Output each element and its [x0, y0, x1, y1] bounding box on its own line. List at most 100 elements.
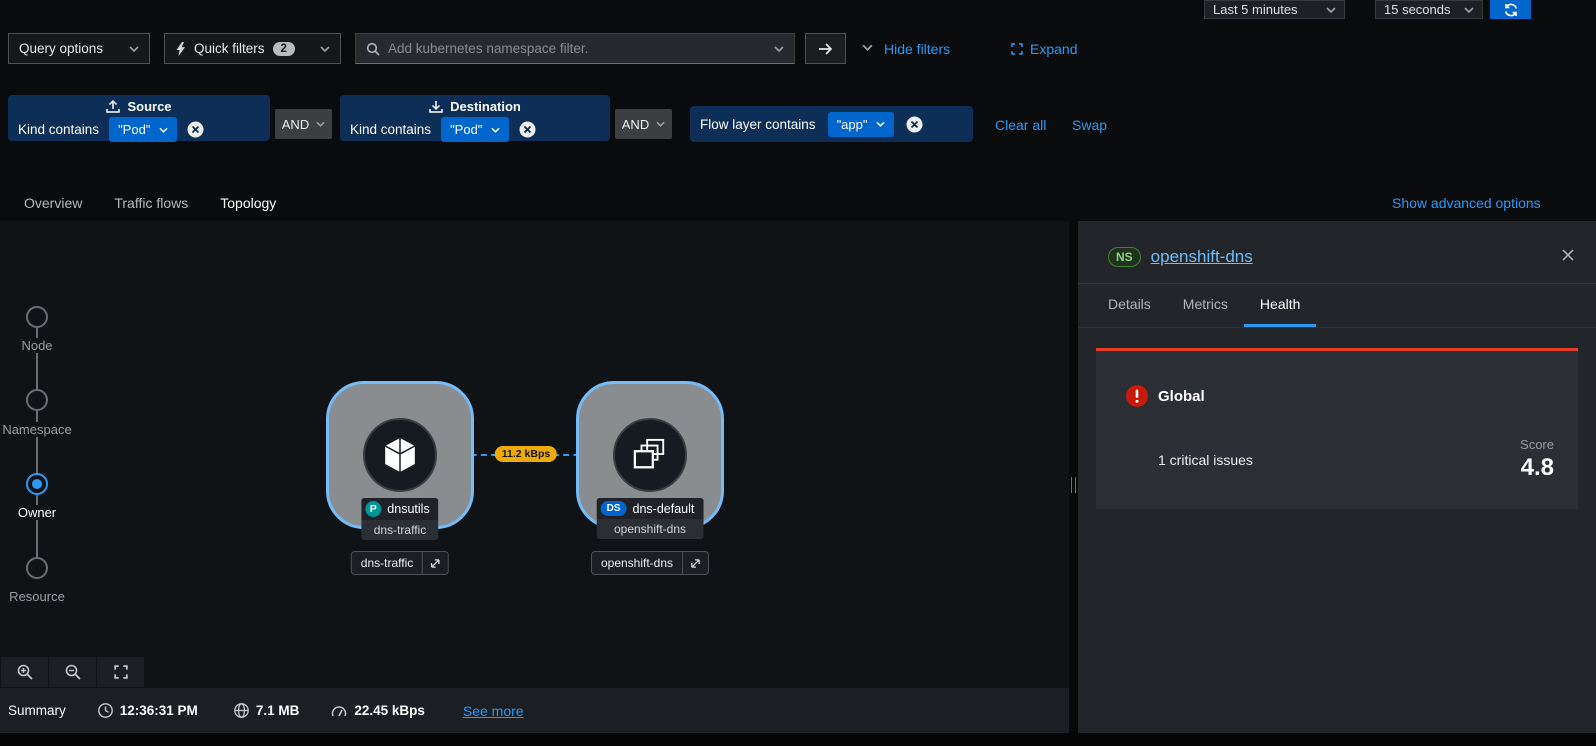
- daemonset-kind-badge: DS: [601, 501, 627, 516]
- chevron-down-icon: [1326, 7, 1336, 13]
- flow-layer-value-chip[interactable]: "app": [828, 112, 895, 137]
- chevron-down-icon: [876, 121, 885, 127]
- scope-radio-node[interactable]: [26, 306, 48, 328]
- show-advanced-options-link[interactable]: Show advanced options: [1392, 195, 1541, 211]
- expand-group-button[interactable]: [682, 552, 708, 574]
- details-side-panel: NS openshift-dns Details Metrics Health …: [1078, 221, 1596, 733]
- source-value-chip[interactable]: "Pod": [109, 117, 177, 142]
- scope-radio-resource[interactable]: [26, 557, 48, 579]
- query-options-dropdown[interactable]: Query options: [8, 33, 150, 64]
- health-card-title: Global: [1158, 388, 1205, 405]
- panel-tab-health[interactable]: Health: [1244, 284, 1316, 327]
- collapse-filters-chevron-icon[interactable]: [862, 44, 873, 51]
- health-card: Global 1 critical issues Score 4.8: [1096, 348, 1578, 509]
- edge-traffic-label[interactable]: 11.2 kBps: [495, 446, 557, 462]
- panel-tabs: Details Metrics Health: [1078, 284, 1596, 328]
- panel-tab-metrics[interactable]: Metrics: [1167, 284, 1244, 327]
- health-issues-text: 1 critical issues: [1158, 452, 1253, 468]
- apply-filter-button[interactable]: [805, 33, 846, 64]
- destination-value-chip[interactable]: "Pod": [441, 117, 509, 142]
- summary-label: Summary: [8, 703, 66, 718]
- expand-icon: [1011, 43, 1023, 55]
- tab-topology[interactable]: Topology: [204, 186, 292, 224]
- quick-filters-count-badge: 2: [273, 42, 295, 56]
- see-more-link[interactable]: See more: [463, 703, 524, 719]
- zoom-out-button[interactable]: [49, 657, 96, 687]
- bolt-icon: [175, 42, 186, 56]
- search-chevron-down-icon[interactable]: [774, 46, 784, 52]
- quick-filters-label: Quick filters: [194, 41, 265, 56]
- remove-flow-layer-filter-icon[interactable]: [906, 116, 923, 133]
- search-input[interactable]: [388, 41, 766, 56]
- pod-kind-badge: P: [365, 501, 381, 517]
- grip-icon: [1071, 477, 1076, 493]
- expand-link[interactable]: Expand: [1030, 41, 1077, 57]
- pod-cube-icon: [383, 437, 417, 473]
- group-pill-dns-traffic[interactable]: dns-traffic: [351, 551, 449, 575]
- source-field-label: Kind contains: [18, 122, 99, 137]
- scope-label-namespace: Namespace: [0, 422, 75, 437]
- quick-filters-dropdown[interactable]: Quick filters 2: [164, 33, 341, 64]
- scope-label-owner: Owner: [15, 505, 59, 520]
- summary-bytes: 7.1 MB: [256, 703, 300, 718]
- refresh-interval-select[interactable]: 15 seconds: [1375, 0, 1483, 19]
- tab-traffic-flows[interactable]: Traffic flows: [98, 186, 204, 224]
- globe-icon: [234, 703, 249, 718]
- query-options-label: Query options: [19, 41, 103, 56]
- flow-layer-field-label: Flow layer contains: [700, 117, 816, 132]
- chevron-down-icon: [316, 121, 325, 127]
- close-panel-icon[interactable]: [1562, 249, 1574, 261]
- expand-arrows-icon: [430, 558, 441, 569]
- chevron-down-icon: [129, 46, 139, 52]
- group-pill-openshift-dns[interactable]: openshift-dns: [591, 551, 709, 575]
- arrow-right-icon: [818, 43, 833, 55]
- upload-icon: [106, 100, 120, 113]
- summary-time: 12:36:31 PM: [120, 703, 198, 718]
- summary-bar: Summary 12:36:31 PM 7.1 MB 22.45 kBps Se…: [0, 688, 1069, 733]
- namespace-filter-searchbox[interactable]: [355, 33, 795, 64]
- clear-all-filters-link[interactable]: Clear all: [995, 117, 1046, 133]
- destination-filter-group: Destination Kind contains "Pod": [340, 95, 610, 141]
- destination-logic-and-select[interactable]: AND: [615, 109, 672, 139]
- panel-tab-details[interactable]: Details: [1092, 284, 1167, 327]
- flow-layer-filter-group: Flow layer contains "app": [690, 106, 973, 142]
- daemonset-layers-icon: [632, 438, 668, 472]
- chevron-down-icon: [1464, 7, 1474, 13]
- refresh-button[interactable]: [1490, 0, 1531, 19]
- remove-source-filter-icon[interactable]: [187, 121, 204, 138]
- panel-resize-handle[interactable]: [1069, 221, 1078, 733]
- chevron-down-icon: [320, 46, 330, 52]
- scope-radio-namespace[interactable]: [26, 389, 48, 411]
- clock-icon: [98, 703, 113, 718]
- zoom-in-button[interactable]: [1, 657, 48, 687]
- critical-exclamation-icon: [1126, 385, 1148, 407]
- node-label-dns-default[interactable]: DS dns-default openshift-dns: [597, 498, 704, 539]
- tab-overview[interactable]: Overview: [8, 186, 98, 224]
- remove-destination-filter-icon[interactable]: [519, 121, 536, 138]
- time-range-select[interactable]: Last 5 minutes: [1204, 0, 1345, 19]
- scope-label-node: Node: [18, 338, 55, 353]
- tachometer-icon: [331, 704, 347, 718]
- node-label-dnsutils[interactable]: P dnsutils dns-traffic: [361, 498, 438, 540]
- source-logic-and-select[interactable]: AND: [275, 109, 332, 139]
- node-inner-circle: [613, 418, 687, 492]
- hide-filters-link[interactable]: Hide filters: [884, 41, 950, 57]
- source-filter-group: Source Kind contains "Pod": [8, 95, 270, 141]
- expand-group-button[interactable]: [422, 552, 448, 574]
- node-title: dns-default: [633, 502, 695, 516]
- node-inner-circle: [363, 418, 437, 492]
- zoom-in-icon: [17, 664, 33, 680]
- node-subtitle: openshift-dns: [597, 519, 704, 539]
- zoom-out-icon: [65, 664, 81, 680]
- chevron-down-icon: [656, 121, 665, 127]
- summary-rate: 22.45 kBps: [354, 703, 425, 718]
- chevron-down-icon: [159, 127, 168, 133]
- sync-icon: [1504, 3, 1518, 17]
- fit-to-screen-button[interactable]: [97, 657, 144, 687]
- time-range-value: Last 5 minutes: [1213, 2, 1298, 17]
- bottom-strip: [0, 733, 1596, 746]
- panel-resource-link[interactable]: openshift-dns: [1151, 247, 1253, 267]
- scope-radio-owner[interactable]: [26, 473, 48, 495]
- search-icon: [366, 42, 380, 56]
- swap-filters-link[interactable]: Swap: [1072, 117, 1107, 133]
